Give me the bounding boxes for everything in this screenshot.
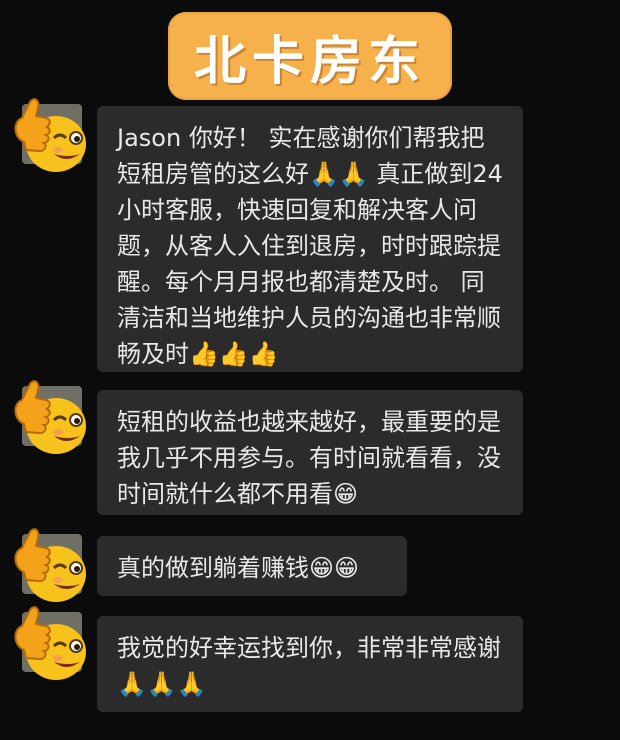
avatar[interactable]	[12, 526, 86, 602]
message-text: 真的做到躺着赚钱😁😁	[117, 554, 360, 582]
message-text: 短租的收益也越来越好，最重要的是我几乎不用参与。有时间就看看，没时间就什么都不用…	[117, 408, 501, 508]
thumbs-up-wink-emoji-icon	[14, 528, 86, 602]
avatar[interactable]	[12, 604, 86, 680]
avatar[interactable]	[12, 378, 86, 454]
message-bubble[interactable]: 真的做到躺着赚钱😁😁	[97, 536, 407, 596]
thumbs-up-wink-emoji-icon	[14, 98, 86, 172]
avatar[interactable]	[12, 96, 86, 172]
message-bubble[interactable]: 我觉的好幸运找到你，非常非常感谢🙏🙏🙏	[97, 616, 523, 712]
thumbs-up-wink-emoji-icon	[14, 606, 86, 680]
message-bubble[interactable]: Jason 你好！ 实在感谢你们帮我把短租房管的这么好🙏🙏 真正做到24 小时客…	[97, 106, 523, 372]
message-bubble[interactable]: 短租的收益也越来越好，最重要的是我几乎不用参与。有时间就看看，没时间就什么都不用…	[97, 390, 523, 515]
title-badge: 北卡房东	[168, 12, 452, 100]
message-text: Jason 你好！ 实在感谢你们帮我把短租房管的这么好🙏🙏 真正做到24 小时客…	[117, 124, 511, 368]
page-title: 北卡房东	[193, 31, 426, 92]
message-text: 我觉的好幸运找到你，非常非常感谢🙏🙏🙏	[117, 634, 501, 698]
thumbs-up-wink-emoji-icon	[14, 380, 86, 454]
